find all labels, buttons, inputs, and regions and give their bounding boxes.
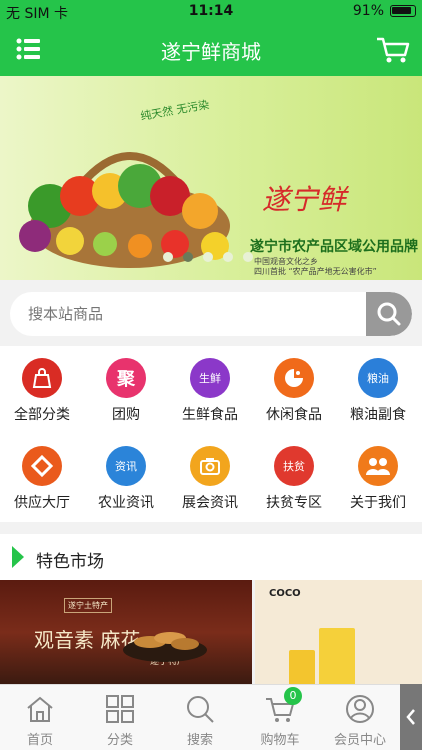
category-label: 团购	[112, 407, 140, 423]
battery-icon	[390, 5, 416, 17]
category-fresh[interactable]: 生鲜 生鲜食品	[168, 346, 252, 432]
news-icon: 资讯	[106, 446, 146, 486]
status-bar: 无 SIM 卡 11:14 91%	[0, 0, 422, 24]
tab-cart[interactable]: 0 购物车	[240, 685, 320, 750]
tab-category[interactable]: 分类	[80, 685, 160, 750]
people-icon	[358, 446, 398, 486]
carousel-dot-active[interactable]	[183, 252, 193, 262]
page-title: 遂宁鲜商城	[161, 40, 261, 64]
tab-label: 搜索	[186, 733, 213, 748]
supply-icon	[22, 446, 62, 486]
category-label: 关于我们	[350, 495, 406, 511]
category-expo-news[interactable]: 展会资讯	[168, 434, 252, 520]
tab-home[interactable]: 首页	[0, 685, 80, 750]
brand-logo: 遂宁鲜	[262, 183, 347, 216]
tab-search[interactable]: 搜索	[160, 685, 240, 750]
carousel-dot[interactable]	[163, 252, 173, 262]
tab-label: 分类	[106, 733, 133, 748]
poverty-icon: 扶贫	[274, 446, 314, 486]
banner-brand-line: 遂宁市农产品区域公用品牌	[250, 239, 418, 255]
bottom-tab-bar: 首页 分类 搜索 0 购物车 会员中心	[0, 684, 422, 750]
drink-carton-image	[289, 650, 315, 685]
feature-card-coco[interactable]: COCO	[255, 580, 422, 685]
grain-oil-icon: 粮油	[358, 358, 398, 398]
category-label: 展会资讯	[182, 495, 238, 511]
feature-card-mahua[interactable]: 遂宁土特产 观音素 麻花 遂宁特产	[0, 580, 252, 685]
category-label: 农业资讯	[98, 495, 154, 511]
fresh-icon: 生鲜	[190, 358, 230, 398]
tab-label: 首页	[26, 733, 53, 748]
cart-icon[interactable]	[376, 36, 410, 64]
tab-member-center[interactable]: 会员中心	[320, 685, 400, 750]
group-buy-icon: 聚	[106, 358, 146, 398]
carousel-dot[interactable]	[243, 252, 253, 262]
category-poverty-relief[interactable]: 扶贫 扶贫专区	[252, 434, 336, 520]
grid-icon	[106, 695, 134, 723]
category-label: 供应大厅	[14, 495, 70, 511]
category-snacks[interactable]: 休闲食品	[252, 346, 336, 432]
feature-brand: 遂宁土特产	[64, 598, 112, 613]
carousel-dots[interactable]	[163, 252, 253, 262]
status-right: 91%	[353, 3, 416, 19]
category-label: 粮油副食	[350, 407, 406, 423]
bag-icon	[22, 358, 62, 398]
category-all[interactable]: 全部分类	[0, 346, 84, 432]
category-label: 扶贫专区	[266, 495, 322, 511]
category-label: 生鲜食品	[182, 407, 238, 423]
search-icon	[377, 302, 401, 326]
category-agri-news[interactable]: 资讯 农业资讯	[84, 434, 168, 520]
tab-label: 会员中心	[333, 733, 386, 748]
category-about-us[interactable]: 关于我们	[336, 434, 420, 520]
snack-icon	[274, 358, 314, 398]
home-icon	[27, 696, 53, 722]
category-group-buy[interactable]: 聚 团购	[84, 346, 168, 432]
category-supply-hall[interactable]: 供应大厅	[0, 434, 84, 520]
search-input[interactable]	[28, 292, 368, 336]
search-box	[10, 292, 412, 336]
expo-icon	[190, 446, 230, 486]
category-grain-oil[interactable]: 粮油 粮油副食	[336, 346, 420, 432]
section-marker-icon	[12, 546, 24, 568]
featured-market-header: 特色市场	[0, 534, 422, 580]
search-icon	[187, 696, 214, 723]
category-grid: 全部分类 聚 团购 生鲜 生鲜食品 休闲食品 粮油 粮油副食 供应大厅 资讯 农…	[0, 346, 422, 522]
drink-carton-image	[319, 628, 355, 685]
category-label: 全部分类	[14, 407, 70, 423]
search-button[interactable]	[366, 292, 412, 336]
carousel-dot[interactable]	[223, 252, 233, 262]
section-title: 特色市场	[36, 552, 104, 572]
carousel-dot[interactable]	[203, 252, 213, 262]
side-drawer-handle[interactable]	[400, 684, 422, 750]
promo-banner[interactable]: 纯天然 无污染 遂宁鲜 遂宁市农产品区域公用品牌 中国观音文化之乡 四川首批 “…	[0, 76, 422, 280]
chevron-left-icon	[406, 709, 415, 725]
battery-percent: 91%	[352, 3, 384, 19]
cart-count-badge: 0	[284, 687, 302, 705]
tab-label: 购物车	[260, 733, 300, 748]
banner-line-2: 四川首批 “农产品产地无公害化市”	[254, 267, 377, 276]
search-section	[0, 280, 422, 346]
top-nav: 遂宁鲜商城	[0, 24, 422, 76]
mahua-image	[123, 632, 207, 662]
feature-brand: COCO	[269, 588, 301, 599]
category-label: 休闲食品	[266, 407, 322, 423]
user-icon	[346, 695, 374, 723]
